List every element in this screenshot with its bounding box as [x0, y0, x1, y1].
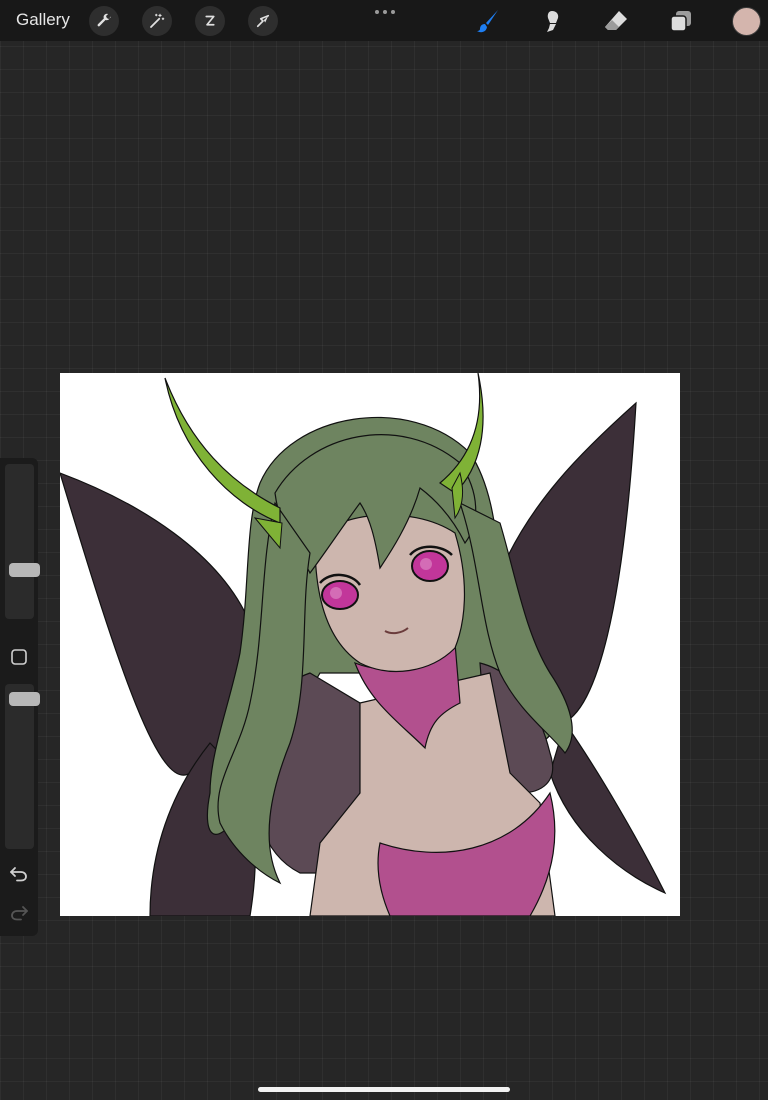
brush-size-slider[interactable] [5, 464, 40, 619]
arrow-cursor-icon [256, 14, 270, 28]
smudge-tool-button[interactable] [537, 6, 567, 36]
brush-tool-button[interactable] [473, 6, 503, 36]
undo-arrow-icon[interactable] [8, 862, 30, 884]
current-color-swatch[interactable] [732, 7, 761, 36]
eraser-icon [605, 11, 627, 30]
top-toolbar: Gallery [0, 0, 768, 41]
actions-button[interactable] [89, 6, 119, 36]
drawing-canvas[interactable] [60, 373, 680, 916]
brush-icon [477, 10, 498, 33]
transform-button[interactable] [248, 6, 278, 36]
gallery-button[interactable]: Gallery [16, 10, 70, 30]
ellipsis-icon[interactable] [373, 2, 397, 16]
left-horn [164, 377, 281, 524]
selection-button[interactable] [195, 6, 225, 36]
brush-size-thumb[interactable] [9, 563, 40, 577]
wrench-icon [97, 13, 112, 27]
opacity-thumb[interactable] [9, 692, 40, 706]
selection-s-icon [205, 15, 215, 26]
fairy-illustration [60, 373, 667, 916]
magic-wand-icon [150, 13, 165, 28]
smudge-icon [547, 11, 559, 32]
eraser-tool-button[interactable] [601, 6, 631, 36]
home-indicator[interactable] [258, 1087, 510, 1092]
layers-button[interactable] [666, 6, 696, 36]
adjustments-button[interactable] [142, 6, 172, 36]
layers-icon [670, 11, 691, 32]
opacity-slider[interactable] [5, 684, 40, 849]
left-sidebar [0, 458, 40, 936]
redo-arrow-icon[interactable] [8, 901, 30, 923]
square-icon[interactable] [9, 647, 29, 667]
